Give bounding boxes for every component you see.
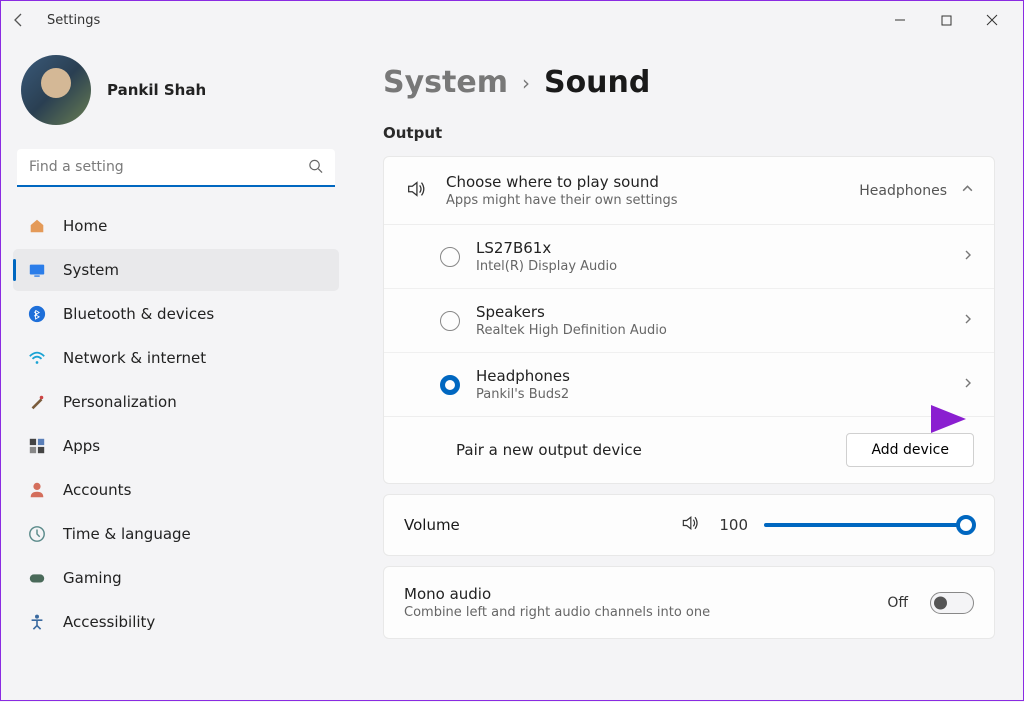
speaker-icon: [404, 178, 428, 204]
profile-name: Pankil Shah: [107, 81, 206, 99]
nav-label: Network & internet: [63, 349, 206, 367]
chevron-right-icon[interactable]: [962, 313, 974, 329]
sidebar-item-apps[interactable]: Apps: [13, 425, 339, 467]
nav-label: Accessibility: [63, 613, 155, 631]
arrow-left-icon: [11, 12, 27, 28]
breadcrumb: System › Sound: [383, 65, 995, 100]
sidebar-item-system[interactable]: System: [13, 249, 339, 291]
sidebar-item-network[interactable]: Network & internet: [13, 337, 339, 379]
pair-label: Pair a new output device: [456, 441, 642, 459]
device-sub: Realtek High Definition Audio: [476, 323, 946, 338]
apps-icon: [27, 436, 47, 456]
brush-icon: [27, 392, 47, 412]
clock-icon: [27, 524, 47, 544]
person-icon: [27, 480, 47, 500]
device-sub: Pankil's Buds2: [476, 387, 946, 402]
maximize-button[interactable]: [923, 4, 969, 36]
nav-label: Personalization: [63, 393, 177, 411]
volume-card: Volume 100: [383, 494, 995, 556]
sidebar-item-home[interactable]: Home: [13, 205, 339, 247]
maximize-icon: [941, 15, 952, 26]
back-button[interactable]: [9, 10, 29, 30]
wifi-icon: [27, 348, 47, 368]
radio-unselected[interactable]: [440, 311, 460, 331]
search-input[interactable]: [17, 149, 335, 187]
volume-value: 100: [716, 516, 748, 534]
device-sub: Intel(R) Display Audio: [476, 259, 946, 274]
volume-icon[interactable]: [680, 513, 700, 537]
slider-thumb[interactable]: [956, 515, 976, 535]
volume-slider[interactable]: [764, 523, 974, 527]
device-name: LS27B61x: [476, 239, 946, 257]
avatar: [21, 55, 91, 125]
sidebar-item-gaming[interactable]: Gaming: [13, 557, 339, 599]
output-title: Choose where to play sound: [446, 173, 841, 191]
output-card: Choose where to play sound Apps might ha…: [383, 156, 995, 484]
output-card-header[interactable]: Choose where to play sound Apps might ha…: [384, 157, 994, 224]
sidebar-item-accounts[interactable]: Accounts: [13, 469, 339, 511]
sidebar-item-personalization[interactable]: Personalization: [13, 381, 339, 423]
nav-label: System: [63, 261, 119, 279]
output-current-value: Headphones: [859, 183, 947, 199]
volume-row[interactable]: Volume 100: [384, 495, 994, 555]
output-subtitle: Apps might have their own settings: [446, 193, 841, 208]
sidebar-item-time[interactable]: Time & language: [13, 513, 339, 555]
nav-label: Gaming: [63, 569, 122, 587]
sidebar-item-accessibility[interactable]: Accessibility: [13, 601, 339, 643]
profile-block[interactable]: Pankil Shah: [13, 49, 339, 143]
search-wrap: [17, 149, 335, 187]
add-device-button[interactable]: Add device: [846, 433, 974, 467]
device-name: Headphones: [476, 367, 946, 385]
mono-toggle[interactable]: [930, 592, 974, 614]
radio-selected[interactable]: [440, 375, 460, 395]
nav-label: Bluetooth & devices: [63, 305, 214, 323]
device-row-headphones[interactable]: Headphones Pankil's Buds2: [384, 353, 994, 416]
nav-list: Home System Bluetooth & devices Network …: [13, 205, 339, 643]
nav-label: Accounts: [63, 481, 131, 499]
system-icon: [27, 260, 47, 280]
nav-label: Time & language: [63, 525, 191, 543]
minimize-button[interactable]: [877, 4, 923, 36]
home-icon: [27, 216, 47, 236]
output-device-list: LS27B61x Intel(R) Display Audio Speakers…: [384, 224, 994, 416]
minimize-icon: [894, 14, 906, 26]
sidebar: Pankil Shah Home System Bluetooth & devi…: [1, 39, 351, 702]
close-icon: [986, 14, 998, 26]
chevron-right-icon[interactable]: [962, 377, 974, 393]
radio-unselected[interactable]: [440, 247, 460, 267]
app-title: Settings: [47, 13, 100, 28]
titlebar: Settings: [1, 1, 1023, 39]
nav-label: Apps: [63, 437, 100, 455]
mono-audio-card: Mono audio Combine left and right audio …: [383, 566, 995, 639]
section-output-title: Output: [383, 124, 995, 142]
mono-subtitle: Combine left and right audio channels in…: [404, 605, 871, 620]
gamepad-icon: [27, 568, 47, 588]
accessibility-icon: [27, 612, 47, 632]
pair-row: Pair a new output device Add device: [384, 416, 994, 483]
breadcrumb-current: Sound: [544, 65, 650, 100]
mono-title: Mono audio: [404, 585, 871, 603]
device-name: Speakers: [476, 303, 946, 321]
mono-state: Off: [887, 595, 908, 611]
chevron-right-icon[interactable]: [962, 249, 974, 265]
breadcrumb-parent[interactable]: System: [383, 65, 508, 100]
close-button[interactable]: [969, 4, 1015, 36]
window-controls: [877, 4, 1015, 36]
device-row-ls27b61x[interactable]: LS27B61x Intel(R) Display Audio: [384, 225, 994, 289]
nav-label: Home: [63, 217, 107, 235]
bluetooth-icon: [27, 304, 47, 324]
device-row-speakers[interactable]: Speakers Realtek High Definition Audio: [384, 289, 994, 353]
main-content: System › Sound Output Choose where to pl…: [351, 39, 1023, 702]
chevron-right-icon: ›: [522, 71, 530, 95]
search-icon: [308, 159, 323, 178]
volume-label: Volume: [404, 516, 664, 534]
sidebar-item-bluetooth[interactable]: Bluetooth & devices: [13, 293, 339, 335]
mono-row[interactable]: Mono audio Combine left and right audio …: [384, 567, 994, 638]
chevron-up-icon: [961, 182, 974, 199]
